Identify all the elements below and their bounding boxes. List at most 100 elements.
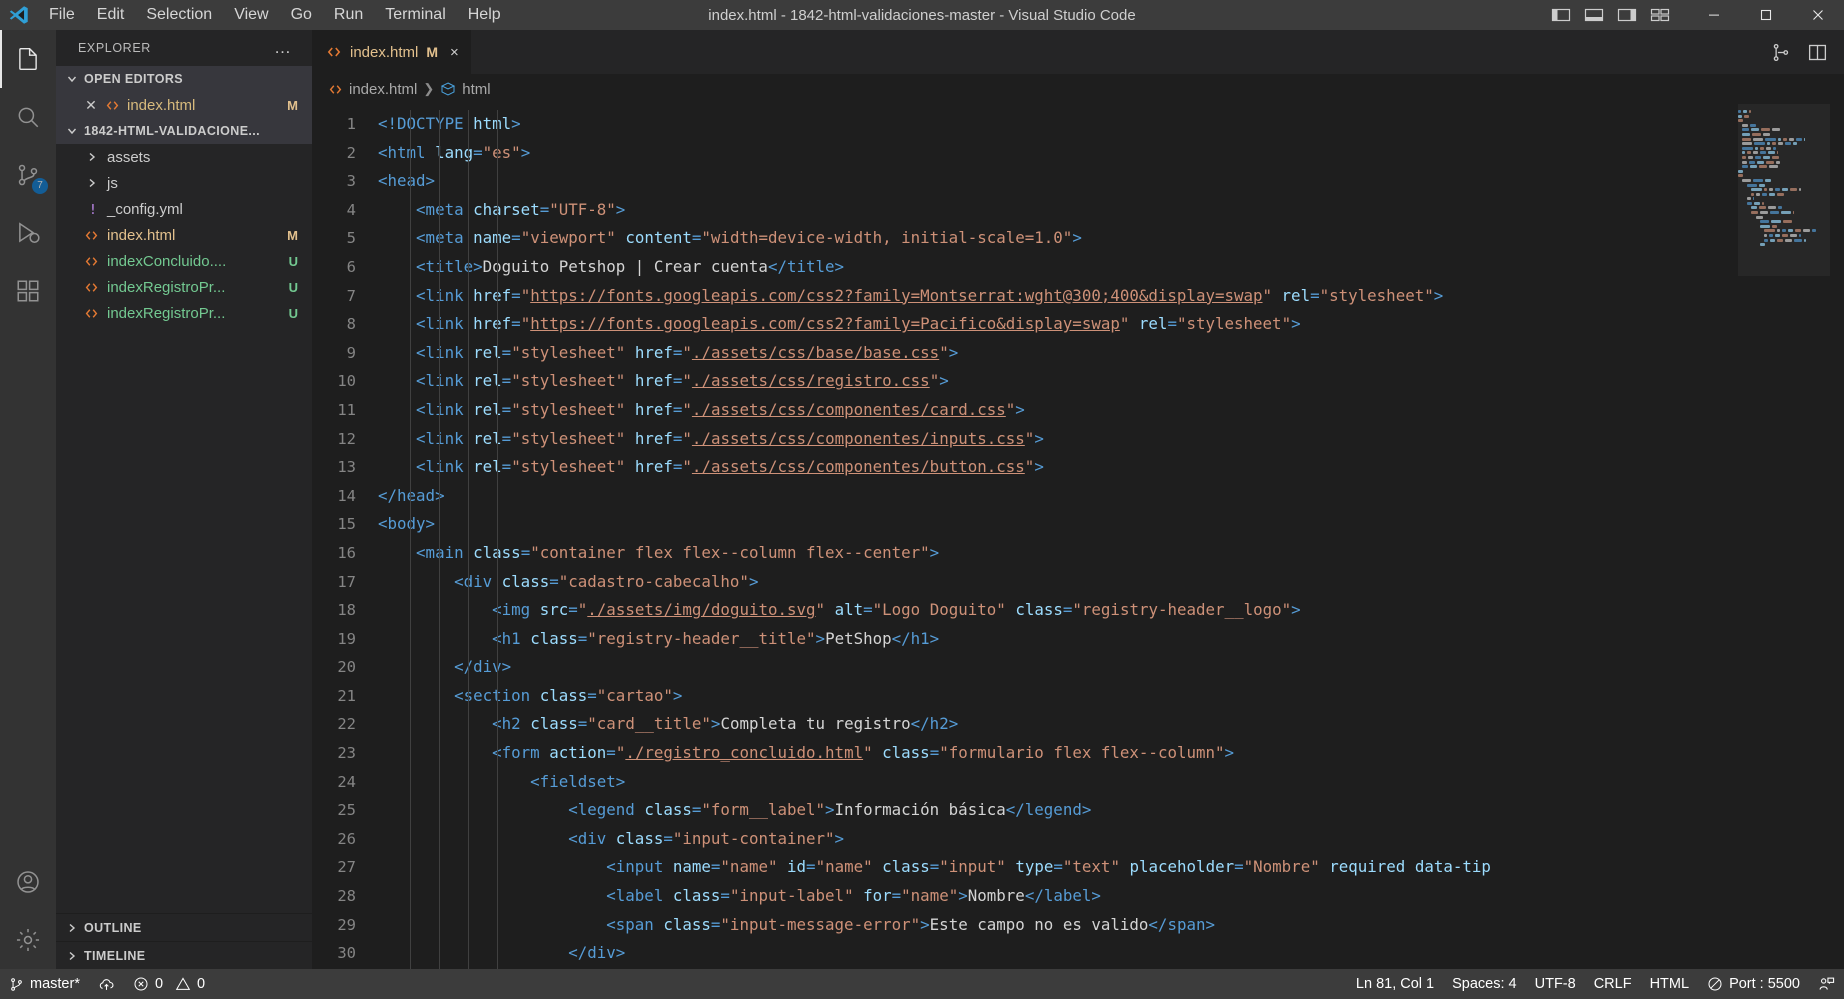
code-line[interactable]: <link rel="stylesheet" href="./assets/cs… (378, 396, 1844, 425)
code-line[interactable]: </div> (378, 939, 1844, 968)
file-index-html[interactable]: index.html M (56, 222, 312, 248)
toggle-panel-icon[interactable] (1584, 7, 1604, 23)
status-bar: master* 0 0 Ln 81, Col 1 Spaces: 4 UTF-8… (0, 969, 1844, 999)
menu-view[interactable]: View (223, 3, 279, 27)
status-encoding[interactable]: UTF-8 (1526, 969, 1585, 999)
status-eol[interactable]: CRLF (1585, 969, 1641, 999)
code-line[interactable]: <div class="cadastro-cabecalho"> (378, 568, 1844, 597)
status-live-server-port[interactable]: Port : 5500 (1698, 969, 1809, 999)
activitybar-manage[interactable] (0, 911, 56, 969)
code-content[interactable]: <!DOCTYPE html><html lang="es"><head> <m… (378, 104, 1844, 969)
activitybar-source-control[interactable]: 7 (0, 146, 56, 204)
activity-bar: 7 (0, 30, 56, 969)
code-line[interactable]: <div class="input-container"> (378, 825, 1844, 854)
html-file-icon (105, 98, 120, 113)
open-editor-index-html[interactable]: ✕ index.html M (56, 92, 312, 118)
minimap[interactable] (1738, 104, 1830, 969)
status-sync[interactable] (89, 969, 124, 999)
status-feedback[interactable] (1809, 969, 1844, 999)
section-outline[interactable]: OUTLINE (56, 913, 312, 941)
status-cursor-position[interactable]: Ln 81, Col 1 (1347, 969, 1443, 999)
line-number: 5 (346, 229, 356, 248)
html-file-icon (84, 254, 99, 269)
close-icon[interactable]: ✕ (84, 97, 98, 114)
code-line[interactable]: <form action="./registro_concluido.html"… (378, 739, 1844, 768)
maximize-button[interactable] (1740, 0, 1792, 30)
split-editor-right-icon[interactable] (1807, 42, 1828, 63)
code-line[interactable]: <h2 class="card__title">Completa tu regi… (378, 710, 1844, 739)
code-line[interactable]: <legend class="form__label">Información … (378, 796, 1844, 825)
activitybar-run-and-debug[interactable] (0, 204, 56, 262)
code-line[interactable]: <link href="https://fonts.googleapis.com… (378, 282, 1844, 311)
file-label: indexConcluido.... (107, 252, 227, 270)
activitybar-explorer[interactable] (0, 30, 56, 88)
folder-js[interactable]: js (56, 170, 312, 196)
customize-layout-icon[interactable] (1650, 7, 1670, 23)
status-branch[interactable]: master* (0, 969, 89, 999)
status-indentation[interactable]: Spaces: 4 (1443, 969, 1526, 999)
source-code[interactable]: <!DOCTYPE html><html lang="es"><head> <m… (378, 110, 1844, 968)
file-index-registro-1[interactable]: indexRegistroPr... U (56, 274, 312, 300)
folder-assets[interactable]: assets (56, 144, 312, 170)
menu-go[interactable]: Go (280, 3, 323, 27)
code-editor[interactable]: 1 2 3 4 5 6 7 8 9 10 11 12 13 14 15 16 17 18 19 20 21 22 23 24 2… (312, 104, 1844, 969)
code-line[interactable]: </div> (378, 653, 1844, 682)
editor-scrollbar-vertical[interactable] (1830, 104, 1844, 969)
code-line[interactable]: <link rel="stylesheet" href="./assets/cs… (378, 425, 1844, 454)
line-number: 14 (337, 486, 356, 505)
activitybar-search[interactable] (0, 88, 56, 146)
code-line[interactable]: <body> (378, 510, 1844, 539)
activitybar-accounts[interactable] (0, 853, 56, 911)
code-line[interactable]: <!DOCTYPE html> (378, 110, 1844, 139)
tab-index-html[interactable]: index.html M × (312, 30, 472, 74)
chevron-right-icon: ❯ (423, 81, 435, 96)
section-open-editors[interactable]: OPEN EDITORS (56, 66, 312, 92)
code-line[interactable]: <fieldset> (378, 768, 1844, 797)
code-line[interactable]: <label class="input-label" for="name">No… (378, 882, 1844, 911)
menu-terminal[interactable]: Terminal (374, 3, 456, 27)
code-line[interactable]: </head> (378, 482, 1844, 511)
file-index-registro-2[interactable]: indexRegistroPr... U (56, 300, 312, 326)
code-line[interactable]: <link rel="stylesheet" href="./assets/cs… (378, 339, 1844, 368)
code-line[interactable]: <title>Doguito Petshop | Crear cuenta</t… (378, 253, 1844, 282)
status-problems[interactable]: 0 0 (124, 969, 214, 999)
close-button[interactable] (1792, 0, 1844, 30)
code-line[interactable]: <img src="./assets/img/doguito.svg" alt=… (378, 596, 1844, 625)
file-label: assets (107, 148, 151, 166)
code-line[interactable]: <html lang="es"> (378, 139, 1844, 168)
code-line[interactable]: <link href="https://fonts.googleapis.com… (378, 310, 1844, 339)
line-number: 1 (346, 115, 356, 133)
sidebar-more-actions-icon[interactable]: … (274, 38, 292, 58)
tab-close-icon[interactable]: × (450, 44, 459, 61)
section-workspace-root[interactable]: 1842-HTML-VALIDACIONE... (56, 118, 312, 144)
file-config-yml[interactable]: ! _config.yml (56, 196, 312, 222)
toggle-secondary-sidebar-icon[interactable] (1617, 7, 1637, 23)
menu-file[interactable]: File (38, 3, 86, 27)
code-line[interactable]: <meta name="viewport" content="width=dev… (378, 224, 1844, 253)
code-line[interactable]: <span class="input-message-error">Este c… (378, 911, 1844, 940)
menu-help[interactable]: Help (457, 3, 512, 27)
port-label: Port : 5500 (1729, 976, 1800, 992)
status-language-mode[interactable]: HTML (1641, 969, 1698, 999)
menu-selection[interactable]: Selection (135, 3, 223, 27)
code-line[interactable]: <h1 class="registry-header__title">PetSh… (378, 625, 1844, 654)
menu-edit[interactable]: Edit (86, 3, 136, 27)
toggle-primary-sidebar-icon[interactable] (1551, 7, 1571, 23)
code-line[interactable]: <link rel="stylesheet" href="./assets/cs… (378, 367, 1844, 396)
code-line[interactable]: <main class="container flex flex--column… (378, 539, 1844, 568)
section-timeline[interactable]: TIMELINE (56, 941, 312, 969)
code-line[interactable]: <meta charset="UTF-8"> (378, 196, 1844, 225)
split-editor-icon[interactable] (1770, 42, 1791, 63)
code-line[interactable]: <link rel="stylesheet" href="./assets/cs… (378, 453, 1844, 482)
minimize-button[interactable] (1688, 0, 1740, 30)
chevron-right-icon (84, 151, 99, 163)
breadcrumb-item-symbol[interactable]: html (440, 81, 491, 98)
file-index-concluido[interactable]: indexConcluido.... U (56, 248, 312, 274)
code-line[interactable]: <section class="cartao"> (378, 682, 1844, 711)
activitybar-extensions[interactable] (0, 262, 56, 320)
code-line[interactable]: <input name="name" id="name" class="inpu… (378, 853, 1844, 882)
breadcrumb-item-file[interactable]: index.html (328, 81, 417, 98)
symbol-html-icon (440, 81, 456, 97)
code-line[interactable]: <head> (378, 167, 1844, 196)
menu-run[interactable]: Run (323, 3, 374, 27)
